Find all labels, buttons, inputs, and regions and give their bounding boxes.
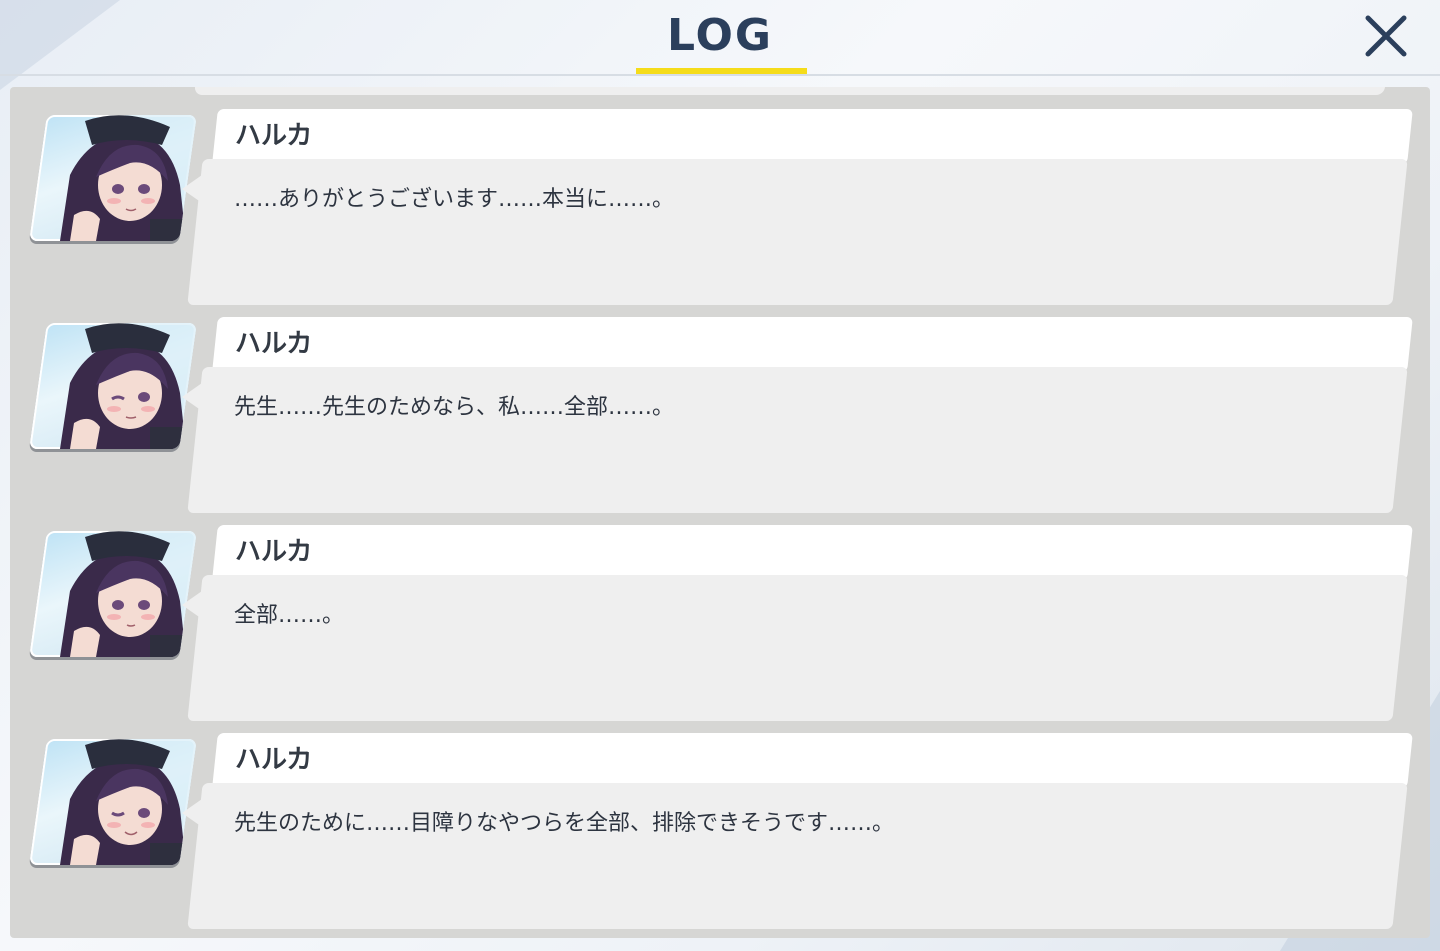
log-list[interactable]: ハルカ ……ありがとうございます……本当に……。 ハルカ 先生……先生のためなら…: [10, 87, 1430, 938]
log-entry: ハルカ 先生のために……目障りなやつらを全部、排除できそうです……。: [10, 711, 1430, 929]
speaker-name: ハルカ: [235, 329, 313, 359]
speaker-name-bar: [212, 109, 1413, 164]
log-entry: ハルカ 先生……先生のためなら、私……全部……。: [10, 295, 1430, 513]
character-portrait-icon: [60, 531, 197, 657]
speaker-name: ハルカ: [235, 537, 313, 567]
header-divider: [0, 74, 1440, 76]
dialogue-text: ……ありがとうございます……本当に……。: [234, 187, 675, 212]
character-portrait-icon: [60, 323, 197, 449]
close-icon: [1365, 15, 1407, 57]
dialogue-text: 先生……先生のためなら、私……全部……。: [234, 395, 675, 420]
dialogue-text: 先生のために……目障りなやつらを全部、排除できそうです……。: [234, 811, 895, 836]
page-title: LOG: [667, 10, 773, 61]
speaker-name-bar: [212, 317, 1413, 372]
avatar: [29, 115, 197, 241]
speaker-name: ハルカ: [235, 745, 313, 775]
avatar: [29, 739, 197, 865]
speaker-name-bar: [212, 733, 1413, 788]
speaker-name-bar: [212, 525, 1413, 580]
character-portrait-icon: [60, 739, 197, 865]
dialogue-text: 全部……。: [234, 603, 345, 628]
character-portrait-icon: [60, 115, 197, 241]
avatar: [29, 531, 197, 657]
dialogue-bubble: [187, 575, 1408, 721]
log-header: LOG: [0, 0, 1440, 76]
speaker-name: ハルカ: [235, 121, 313, 151]
log-entry: ハルカ 全部……。: [10, 503, 1430, 721]
avatar: [29, 323, 197, 449]
close-button[interactable]: [1360, 10, 1412, 62]
log-entry: ハルカ ……ありがとうございます……本当に……。: [10, 87, 1430, 305]
